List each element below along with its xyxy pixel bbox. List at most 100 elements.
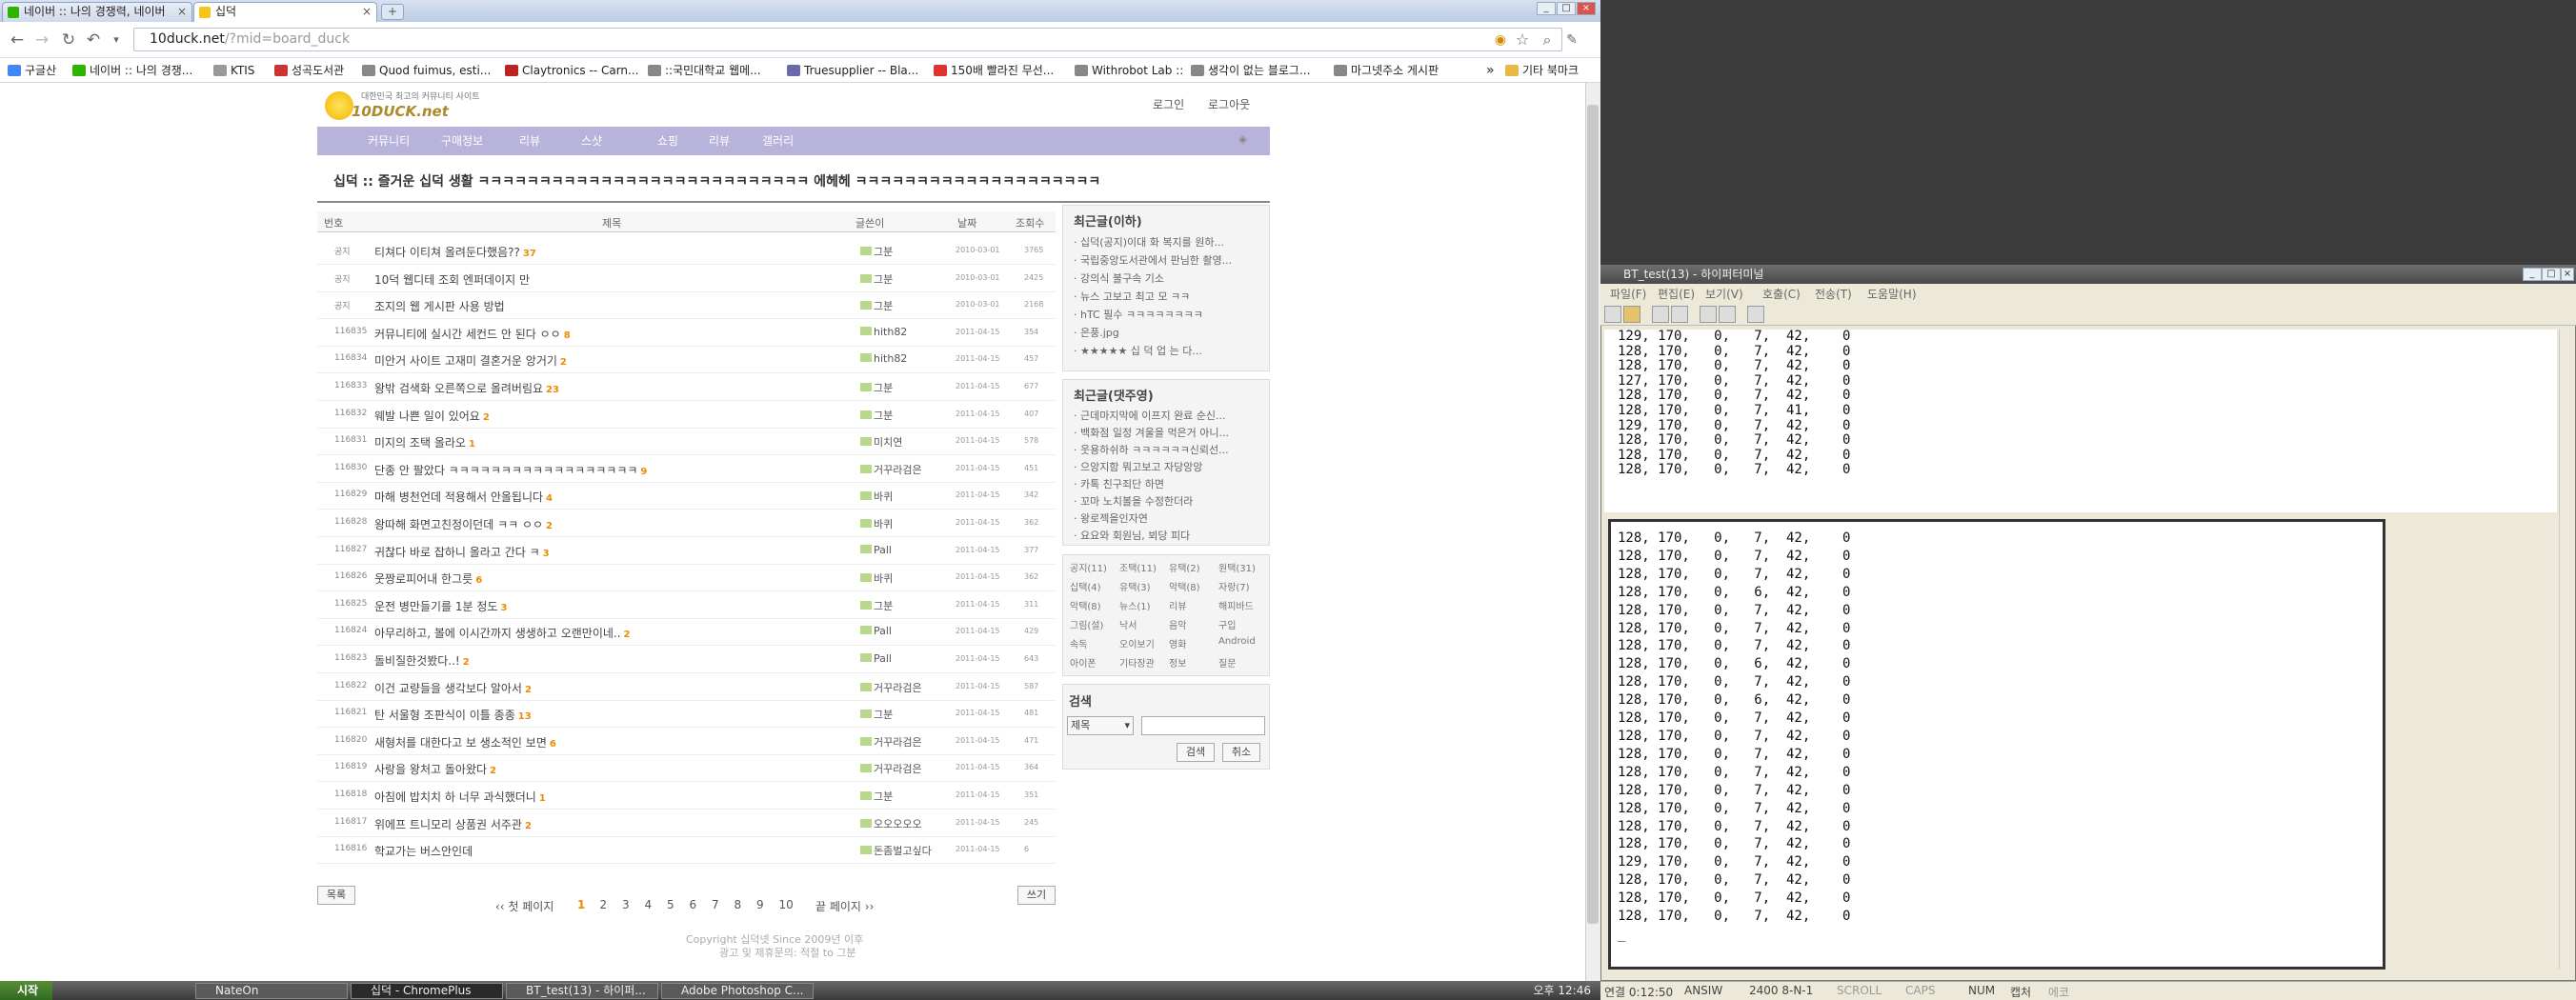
page-link[interactable]: 3	[622, 898, 630, 911]
category-link[interactable]: 해피바드	[1218, 598, 1254, 612]
tab-10duck[interactable]: 십덕 ×	[193, 2, 377, 23]
category-link[interactable]: 자랑(7)	[1218, 579, 1250, 593]
page-link[interactable]: 9	[756, 898, 764, 911]
post-author[interactable]: 거꾸라검은	[860, 761, 922, 776]
recent-post-link[interactable]: · 십덕(공지)이대 화 복지를 원하...	[1074, 234, 1224, 250]
tab-naver[interactable]: 네이버 :: 나의 경쟁력, 네이버 ×	[2, 2, 192, 22]
post-author[interactable]: 그분	[860, 271, 893, 287]
category-link[interactable]: 음악	[1169, 617, 1186, 631]
table-row[interactable]: 116819 사랑을 왕처고 돌아왔다 2 거꾸라검은 2011-04-15 364	[317, 754, 1056, 783]
table-row[interactable]: 116827 귀찮다 바로 잡하니 올라고 간다 ㅋ 3 Pall 2011-04-15…	[317, 537, 1056, 565]
post-title[interactable]: 돌비질한것봤다..! 2	[374, 652, 470, 669]
maximize-button[interactable]: □	[2542, 268, 2561, 281]
site-logo[interactable]: 대한민국 최고의 커뮤니티 사이트 10DUCK.net	[317, 86, 508, 124]
close-icon[interactable]: ×	[362, 3, 372, 21]
menu-item[interactable]: 리뷰	[709, 132, 730, 149]
category-link[interactable]: 기타장관	[1119, 655, 1155, 670]
terminal-scrollbar[interactable]	[2559, 330, 2574, 970]
write-button[interactable]: 쓰기	[1017, 886, 1056, 905]
post-title[interactable]: 마해 병천언데 적용해서 안올됩니다 4	[374, 489, 553, 505]
table-row[interactable]: 116832 웨발 나쁜 일이 있어요 2 그분 2011-04-15 407	[317, 401, 1056, 429]
post-title[interactable]: 조지의 웹 게시판 사용 방법	[374, 298, 505, 314]
post-title[interactable]: 10덕 웹디테 조회 엔퍼데이지 만	[374, 271, 530, 288]
bookmark-item[interactable]: Claytronics -- Carn...	[505, 61, 638, 80]
post-author[interactable]: 그분	[860, 244, 893, 259]
terminal-menu-item[interactable]: 도움말(H)	[1867, 286, 1917, 302]
category-link[interactable]: 유택(2)	[1169, 560, 1200, 574]
recent-post-link[interactable]: · 뉴스 고보고 최고 모 ㅋㅋ	[1074, 289, 1190, 304]
menu-item[interactable]: 갤러리	[762, 132, 794, 149]
post-author[interactable]: 바퀴	[860, 570, 893, 586]
receive-icon[interactable]	[1719, 306, 1736, 323]
post-title[interactable]: 왕밖 검색화 오른쪽으로 올려버림요 23	[374, 380, 559, 396]
task-hyperterminal[interactable]: BT_test(13) - 하이퍼...	[506, 983, 658, 999]
category-link[interactable]: 공지(11)	[1070, 560, 1107, 574]
post-author[interactable]: hith82	[860, 326, 907, 338]
recent-comment-link[interactable]: · 요요와 회원님, 뵈당 피다	[1074, 528, 1190, 543]
category-link[interactable]: 악택(8)	[1070, 598, 1101, 612]
disconnect-icon[interactable]	[1671, 306, 1688, 323]
category-link[interactable]: 십택(4)	[1070, 579, 1101, 593]
category-link[interactable]: 리뷰	[1169, 598, 1186, 612]
bookmark-item[interactable]: Withrobot Lab ::	[1075, 61, 1183, 80]
minimize-button[interactable]: _	[2523, 268, 2542, 281]
post-author[interactable]: 거꾸라검은	[860, 734, 922, 750]
page-link[interactable]: 5	[667, 898, 674, 911]
post-author[interactable]: 그분	[860, 408, 893, 423]
post-author[interactable]: 그분	[860, 789, 893, 804]
table-row[interactable]: 116831 미지의 조택 올라오 1 미치연 2011-04-15 578	[317, 428, 1056, 456]
forward-icon[interactable]: →	[30, 29, 53, 51]
search-field-select[interactable]: 제목 ▾	[1067, 716, 1134, 735]
search-input[interactable]	[1141, 716, 1265, 735]
table-row[interactable]: 116835 커뮤니티에 실시간 세컨드 안 된다 ㅇㅇ 8 hith82 2011-0…	[317, 319, 1056, 347]
task-photoshop[interactable]: Adobe Photoshop C...	[661, 983, 814, 999]
task-nateon[interactable]: NateOn	[195, 983, 348, 999]
category-link[interactable]: 그림(설)	[1070, 617, 1103, 631]
post-title[interactable]: 웃짱로피어내 한그릇 6	[374, 570, 482, 587]
bookmark-item[interactable]: Quod fuimus, esti...	[362, 61, 491, 80]
post-author[interactable]: 그분	[860, 707, 893, 722]
recent-post-link[interactable]: · 국립중앙도서관에서 판님한 촬영...	[1074, 252, 1232, 268]
table-row[interactable]: 116823 돌비질한것봤다..! 2 Pall 2011-04-15 643	[317, 646, 1056, 673]
post-author[interactable]: 거꾸라검은	[860, 462, 922, 477]
post-author[interactable]: Pall	[860, 652, 892, 665]
wrench-icon[interactable]: ✎	[1560, 29, 1583, 51]
post-author[interactable]: 그분	[860, 598, 893, 613]
post-title[interactable]: 아무리하고, 볼에 이시간까지 생생하고 오랜만이네.. 2	[374, 625, 631, 641]
scrollbar-thumb[interactable]	[1587, 105, 1599, 924]
table-row[interactable]: 공지 조지의 웹 게시판 사용 방법 그분 2010-03-01 2168	[317, 291, 1056, 320]
bookmark-item[interactable]: 성곡도서관	[274, 61, 344, 80]
login-link[interactable]: 로그인	[1153, 96, 1184, 112]
undo-icon[interactable]: ↶	[82, 29, 105, 51]
table-row[interactable]: 116826 웃짱로피어내 한그릇 6 바퀴 2011-04-15 362	[317, 564, 1056, 592]
post-author[interactable]: 돈좀벌고싶다	[860, 843, 932, 858]
bookmark-item[interactable]: 생각이 없는 블로그...	[1191, 61, 1310, 80]
terminal-menu-item[interactable]: 보기(V)	[1705, 286, 1743, 302]
category-link[interactable]: 영화	[1169, 636, 1186, 650]
post-author[interactable]: 바퀴	[860, 516, 893, 531]
address-bar[interactable]: 10duck.net/?mid=board_duck	[133, 28, 1562, 51]
start-button[interactable]: 시작	[0, 981, 52, 1000]
maximize-button[interactable]: □	[1557, 2, 1576, 15]
menu-item[interactable]: 구매정보	[441, 132, 483, 149]
post-title[interactable]: 사랑을 왕처고 돌아왔다 2	[374, 761, 496, 777]
close-icon[interactable]: ×	[177, 3, 187, 21]
search-button[interactable]: 검색	[1177, 743, 1215, 762]
page-link[interactable]: 10	[779, 898, 794, 911]
table-row[interactable]: 116822 이건 교량들을 생각보다 알아서 2 거꾸라검은 2011-04-15 58…	[317, 673, 1056, 701]
more-bookmarks-icon[interactable]: »	[1486, 61, 1495, 80]
menu-item[interactable]: 스샷	[581, 132, 602, 149]
post-title[interactable]: 왕따해 화면고친정이던데 ㅋㅋ ㅇㅇ 2	[374, 516, 553, 532]
menu-item[interactable]: 쇼핑	[657, 132, 678, 149]
bookmark-item[interactable]: ::국민대학교 웹메...	[648, 61, 761, 80]
table-row[interactable]: 116833 왕밖 검색화 오른쪽으로 올려버림요 23 그분 2011-04-15 67…	[317, 373, 1056, 401]
post-author[interactable]: 그분	[860, 298, 893, 313]
minimize-button[interactable]: _	[1537, 2, 1556, 15]
terminal-output-scrollback[interactable]: 129, 170, 0, 7, 42, 0 128, 170, 0, 7, 42…	[1604, 330, 2557, 512]
terminal-menu-item[interactable]: 전송(T)	[1815, 286, 1852, 302]
table-row[interactable]: 116816 학교가는 버스안인데 돈좀벌고싶다 2011-04-15 6	[317, 836, 1056, 865]
bookmark-item[interactable]: 구글산	[8, 61, 56, 80]
search-icon[interactable]: ⌕	[1536, 29, 1559, 51]
post-title[interactable]: 커뮤니티에 실시간 세컨드 안 된다 ㅇㅇ 8	[374, 326, 571, 342]
recent-comment-link[interactable]: · 왕로젝을인자연	[1074, 510, 1148, 526]
